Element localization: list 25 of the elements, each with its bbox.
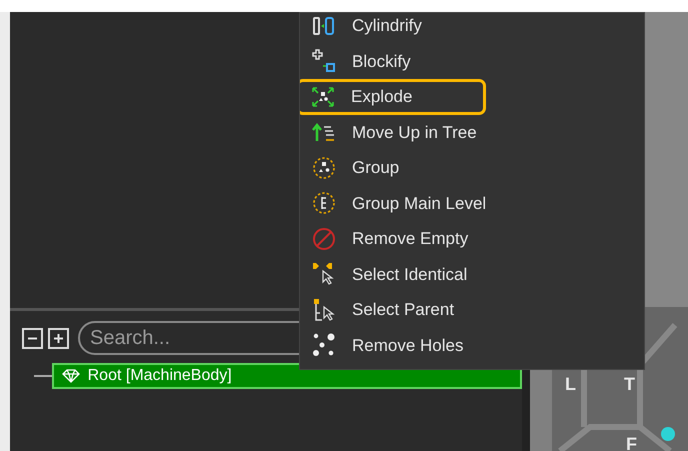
blocks-icon — [312, 49, 336, 74]
move-up-icon — [312, 121, 336, 144]
select-identical-icon — [312, 262, 336, 286]
plus-icon — [53, 332, 64, 344]
explode-icon — [311, 86, 335, 108]
menu-item[interactable]: Group — [300, 150, 644, 186]
menu-item[interactable]: Remove Empty — [300, 221, 644, 256]
cylinder-icon — [312, 16, 336, 36]
menu-item[interactable]: Move Up in Tree — [300, 114, 644, 150]
select-parent-icon — [312, 298, 336, 322]
cube-face-label[interactable]: T — [624, 375, 635, 393]
menu-item[interactable]: Explode — [300, 79, 486, 114]
menu-item[interactable]: Select Identical — [300, 256, 644, 292]
expand-all-button[interactable] — [48, 328, 69, 348]
group-level-icon — [312, 191, 336, 216]
menu-item[interactable]: Blockify — [300, 44, 644, 79]
menu-item[interactable]: Cylindrify — [300, 13, 644, 44]
collapse-all-button[interactable] — [22, 328, 43, 348]
cube-face-label[interactable]: L — [565, 375, 576, 393]
prohibited-icon — [312, 226, 336, 251]
dots-icon — [312, 333, 336, 358]
cube-face-label[interactable]: F — [626, 435, 637, 451]
menu-item[interactable]: Group Main Level — [300, 186, 644, 221]
diamond-icon — [62, 369, 80, 383]
group-icon — [312, 156, 336, 180]
